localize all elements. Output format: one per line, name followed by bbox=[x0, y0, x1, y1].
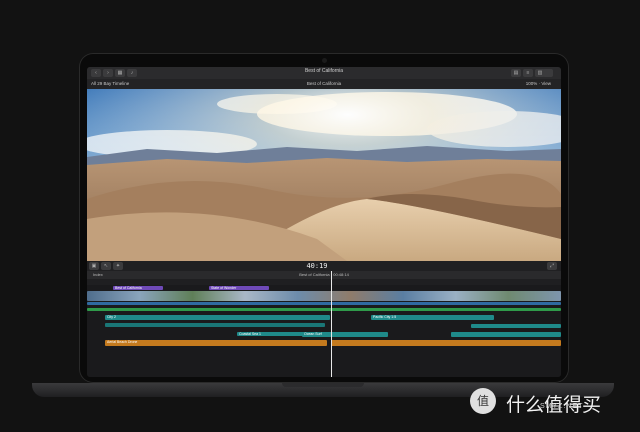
app-title: Best of California bbox=[304, 68, 344, 74]
playhead[interactable] bbox=[331, 271, 332, 377]
watermark: 值 什么值得买 SMYZ.NET bbox=[466, 386, 636, 426]
timeline-header: Index Best of California · 00:48:14 bbox=[87, 271, 561, 279]
audio-clip[interactable] bbox=[105, 323, 325, 327]
zoom-level[interactable]: 100% bbox=[526, 81, 538, 86]
desert-dunes-image bbox=[87, 89, 561, 261]
transport-bar: ▣ ↖ ✦ 40:19 ⤢ bbox=[87, 261, 561, 271]
primary-storyline[interactable] bbox=[87, 291, 561, 301]
audio-clip[interactable]: Aerial Beach Drone bbox=[105, 340, 327, 346]
audio-clip[interactable] bbox=[471, 324, 561, 328]
title-clip[interactable]: State of Wonder bbox=[209, 286, 269, 290]
video-viewer bbox=[87, 89, 561, 261]
grid-icon[interactable]: ▤ bbox=[511, 69, 521, 77]
timeline-duration: 00:48:14 bbox=[333, 272, 349, 277]
storyline-audio[interactable] bbox=[87, 302, 561, 305]
audio-clip[interactable]: Pacific City 1:5 bbox=[371, 315, 494, 320]
fullscreen-icon[interactable]: ⤢ bbox=[547, 262, 557, 270]
timeline-title: Best of California · 00:48:14 bbox=[87, 271, 561, 279]
viewer-title: Best of California bbox=[306, 81, 342, 86]
timecode-display: 40:19 bbox=[306, 262, 328, 270]
timeline-name: Best of California bbox=[299, 272, 330, 277]
laptop-notch bbox=[282, 383, 364, 387]
camera-icon bbox=[322, 58, 327, 63]
list-icon[interactable]: ≡ bbox=[523, 69, 533, 77]
screen: ‹ › ▦ ♪ Best of California ▤ ≡ ▥ All 29 … bbox=[87, 67, 561, 377]
viewer-header: All 29 Bay Timeline Best of California 1… bbox=[87, 79, 561, 89]
view-menu[interactable]: View bbox=[541, 81, 551, 86]
top-toolbar: ‹ › ▦ ♪ Best of California ▤ ≡ ▥ bbox=[87, 67, 561, 79]
view-controls[interactable]: 100% · View bbox=[526, 79, 551, 89]
music-track[interactable] bbox=[87, 308, 561, 311]
laptop-frame: ‹ › ▦ ♪ Best of California ▤ ≡ ▥ All 29 … bbox=[79, 53, 569, 383]
audio-clip[interactable]: Ocean Surf bbox=[302, 332, 388, 337]
watermark-sub: SMYZ.NET bbox=[540, 403, 584, 410]
tools-icon[interactable]: ↖ bbox=[101, 262, 111, 270]
timeline-tracks[interactable]: Best of California State of Wonder City … bbox=[87, 285, 561, 377]
audio-clip[interactable] bbox=[331, 340, 561, 346]
view-options-icon[interactable]: ▣ bbox=[89, 262, 99, 270]
audio-clip[interactable] bbox=[451, 332, 561, 337]
audio-clip[interactable]: City 2 bbox=[105, 315, 330, 320]
effects-icon[interactable]: ✦ bbox=[113, 262, 123, 270]
watermark-logo-icon: 值 bbox=[470, 388, 496, 414]
share-icon[interactable] bbox=[543, 69, 553, 77]
title-clip[interactable]: Best of California bbox=[113, 286, 163, 290]
